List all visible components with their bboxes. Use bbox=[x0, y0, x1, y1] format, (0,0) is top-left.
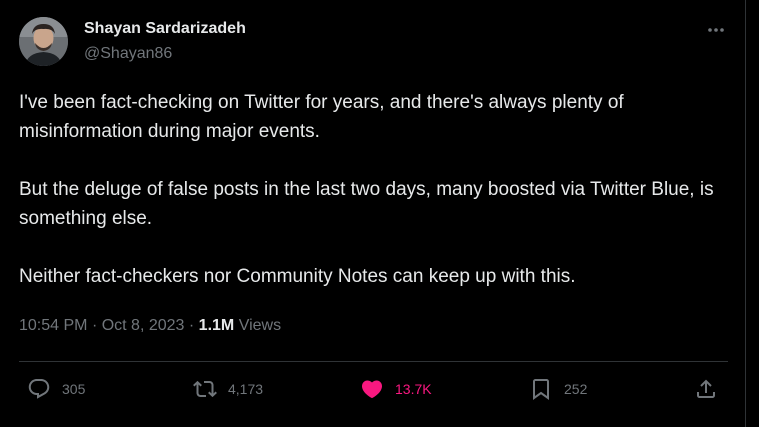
reply-button[interactable]: 305 bbox=[27, 375, 85, 403]
views-count: 1.1M bbox=[198, 317, 235, 334]
reply-count: 305 bbox=[62, 381, 86, 397]
author-name[interactable]: Shayan Sardarizadeh bbox=[84, 20, 246, 38]
like-count: 13.7K bbox=[395, 381, 432, 397]
tweet-metadata: 10:54 PM · Oct 8, 2023 · 1.1M Views bbox=[19, 317, 281, 335]
meta-separator: · bbox=[188, 317, 195, 334]
tweet-text: I've been fact-checking on Twitter for y… bbox=[19, 88, 724, 291]
retweet-count: 4,173 bbox=[228, 381, 264, 397]
meta-separator: · bbox=[91, 317, 98, 334]
retweet-button[interactable]: 4,173 bbox=[193, 375, 263, 403]
heart-icon bbox=[361, 380, 383, 399]
tweet-time[interactable]: 10:54 PM bbox=[19, 317, 87, 334]
share-button[interactable] bbox=[694, 375, 718, 403]
reply-icon bbox=[28, 379, 50, 399]
share-icon bbox=[697, 379, 715, 398]
avatar[interactable] bbox=[19, 17, 68, 66]
more-icon[interactable] bbox=[705, 19, 727, 41]
avatar-photo bbox=[19, 17, 68, 66]
bookmark-count: 252 bbox=[564, 381, 588, 397]
bookmark-button[interactable]: 252 bbox=[529, 375, 587, 403]
views-label: Views bbox=[238, 317, 282, 334]
retweet-icon bbox=[193, 380, 217, 398]
tweet-date[interactable]: Oct 8, 2023 bbox=[102, 317, 185, 334]
divider bbox=[19, 361, 728, 362]
tweet-paragraph: But the deluge of false posts in the las… bbox=[19, 179, 714, 229]
bookmark-icon bbox=[533, 379, 549, 400]
column-border bbox=[745, 0, 746, 427]
author-handle[interactable]: @Shayan86 bbox=[84, 45, 172, 63]
tweet-paragraph: I've been fact-checking on Twitter for y… bbox=[19, 92, 624, 142]
tweet-paragraph: Neither fact-checkers nor Community Note… bbox=[19, 266, 576, 287]
like-button[interactable]: 13.7K bbox=[360, 375, 432, 403]
